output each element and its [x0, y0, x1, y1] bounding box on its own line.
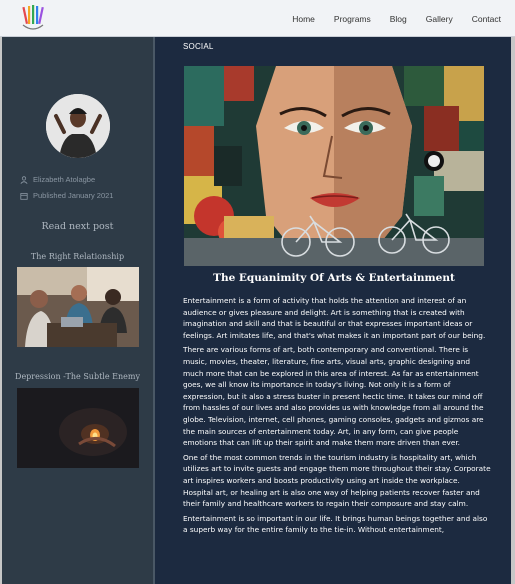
nav-programs[interactable]: Programs	[334, 14, 371, 24]
window-frame-right	[511, 37, 515, 584]
article-paragraph: Entertainment is so important in our lif…	[183, 513, 488, 535]
read-next-heading: Read next post	[41, 221, 114, 232]
author-avatar	[46, 94, 110, 158]
related-post-title[interactable]: Depression -The Subtle Enemy	[2, 372, 153, 381]
author-meta: Elizabeth Atolagbe	[20, 175, 95, 184]
user-icon	[20, 175, 28, 184]
nav-contact[interactable]: Contact	[472, 14, 501, 24]
article-paragraph: One of the most common trends in the tou…	[183, 452, 491, 509]
publish-date: Published January 2021	[33, 191, 114, 200]
article-paragraph: Entertainment is a form of activity that…	[183, 296, 486, 340]
related-post-thumbnail[interactable]	[17, 388, 139, 468]
article-hero-image	[184, 66, 484, 266]
article-body: Entertainment is a form of activity that…	[183, 295, 491, 539]
article-paragraph: There are various forms of art, both con…	[183, 345, 484, 448]
article-main: SOCIAL The Equanimity Of Arts & Entertai…	[155, 37, 511, 584]
main-nav: Home Programs Blog Gallery Contact	[292, 0, 515, 37]
article-title: The Equanimity Of Arts & Entertainment	[213, 272, 455, 284]
sidebar: Elizabeth Atolagbe Published January 202…	[2, 37, 153, 584]
nav-home[interactable]: Home	[292, 14, 315, 24]
category-label[interactable]: SOCIAL	[183, 42, 214, 51]
related-post-title[interactable]: The Right Relationship	[2, 252, 153, 261]
brush-logo-icon[interactable]	[18, 3, 48, 33]
related-post-thumbnail[interactable]	[17, 267, 139, 347]
publish-meta: Published January 2021	[20, 191, 113, 200]
top-navbar: Home Programs Blog Gallery Contact	[0, 0, 515, 37]
nav-blog[interactable]: Blog	[390, 14, 407, 24]
calendar-icon	[20, 192, 28, 200]
author-name[interactable]: Elizabeth Atolagbe	[33, 175, 95, 184]
nav-gallery[interactable]: Gallery	[426, 14, 453, 24]
